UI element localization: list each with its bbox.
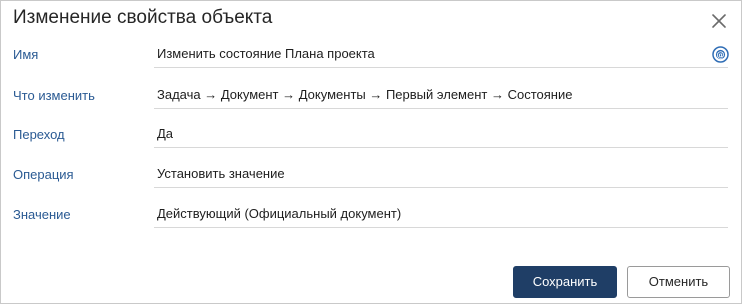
what-to-change-field[interactable]: Задача → Документ → Документы → Первый э…: [154, 87, 728, 109]
edit-property-dialog: Изменение свойства объекта Имя Изменить …: [0, 0, 742, 304]
operation-field[interactable]: Установить значение: [154, 166, 728, 188]
field-label-value: Значение: [13, 207, 71, 222]
field-label-what-to-change: Что изменить: [13, 88, 95, 103]
field-label-name: Имя: [13, 47, 39, 62]
svg-text:@: @: [717, 50, 725, 59]
at-sign-icon[interactable]: @: [712, 46, 729, 63]
field-row-value: Значение Действующий (Официальный докуме…: [1, 206, 742, 237]
field-label-operation: Операция: [13, 167, 74, 182]
close-icon[interactable]: [711, 13, 727, 29]
save-button[interactable]: Сохранить: [513, 266, 617, 298]
dialog-title: Изменение свойства объекта: [13, 7, 273, 28]
field-row-what-to-change: Что изменить Задача → Документ → Докумен…: [1, 87, 742, 118]
value-field[interactable]: Действующий (Официальный документ): [154, 206, 728, 228]
name-field[interactable]: Изменить состояние Плана проекта: [154, 46, 728, 68]
field-row-transition: Переход Да: [1, 126, 742, 157]
field-label-transition: Переход: [13, 127, 65, 142]
cancel-button[interactable]: Отменить: [627, 266, 730, 298]
field-row-name: Имя Изменить состояние Плана проекта: [1, 46, 742, 77]
transition-field[interactable]: Да: [154, 126, 728, 148]
field-row-operation: Операция Установить значение: [1, 166, 742, 197]
